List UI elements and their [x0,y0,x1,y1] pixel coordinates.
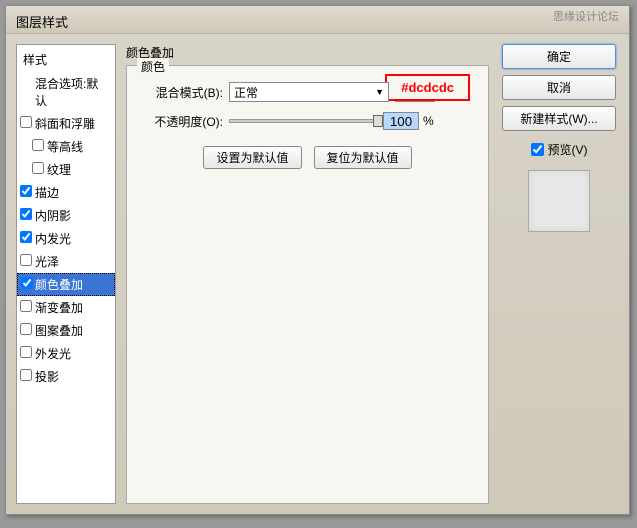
blend-mode-dropdown[interactable]: 正常 ▼ [229,82,389,102]
default-buttons-row: 设置为默认值 复位为默认值 [139,146,476,169]
styles-sidebar: 样式 混合选项:默认 斜面和浮雕 等高线 纹理 描边 内阴影 [16,44,116,504]
new-style-button[interactable]: 新建样式(W)... [502,106,616,131]
fieldset-legend: 颜色 [137,58,169,75]
layer-style-dialog: 图层样式 思缘设计论坛 样式 混合选项:默认 斜面和浮雕 等高线 纹理 [5,5,630,515]
checkbox-outer-glow[interactable] [20,346,32,358]
preview-row: 预览(V) [531,141,588,158]
checkbox-inner-shadow[interactable] [20,208,32,220]
set-default-button[interactable]: 设置为默认值 [203,146,301,169]
checkbox-gradient-overlay[interactable] [20,300,32,312]
sidebar-item-satin[interactable]: 光泽 [17,250,115,273]
opacity-input[interactable] [383,112,419,130]
slider-thumb[interactable] [373,115,383,127]
preview-checkbox[interactable] [531,143,544,156]
right-panel: 确定 取消 新建样式(W)... 预览(V) [499,44,619,504]
sidebar-item-texture[interactable]: 纹理 [17,158,115,181]
sidebar-item-inner-shadow[interactable]: 内阴影 [17,204,115,227]
checkbox-drop-shadow[interactable] [20,369,32,381]
ok-button[interactable]: 确定 [502,44,616,69]
sidebar-item-outer-glow[interactable]: 外发光 [17,342,115,365]
cancel-button[interactable]: 取消 [502,75,616,100]
color-annotation: #dcdcdc [385,74,470,101]
reset-default-button[interactable]: 复位为默认值 [314,146,412,169]
sidebar-item-drop-shadow[interactable]: 投影 [17,365,115,388]
blend-mode-label: 混合模式(B): [139,84,229,101]
sidebar-item-pattern-overlay[interactable]: 图案叠加 [17,319,115,342]
checkbox-stroke[interactable] [20,185,32,197]
color-fieldset: 颜色 #dcdcdc 混合模式(B): 正常 ▼ 不透明度(O): [126,65,489,504]
opacity-unit: % [423,114,434,128]
checkbox-satin[interactable] [20,254,32,266]
opacity-slider[interactable] [229,119,379,123]
sidebar-item-stroke[interactable]: 描边 [17,181,115,204]
dialog-body: 样式 混合选项:默认 斜面和浮雕 等高线 纹理 描边 内阴影 [6,34,629,514]
titlebar[interactable]: 图层样式 思缘设计论坛 [6,6,629,34]
preview-thumbnail [528,170,590,232]
sidebar-item-blend-options[interactable]: 混合选项:默认 [17,72,115,112]
sidebar-item-inner-glow[interactable]: 内发光 [17,227,115,250]
sidebar-item-contour[interactable]: 等高线 [17,135,115,158]
sidebar-item-gradient-overlay[interactable]: 渐变叠加 [17,296,115,319]
main-panel: 颜色叠加 颜色 #dcdcdc 混合模式(B): 正常 ▼ 不透明度(O): [126,44,489,504]
chevron-down-icon: ▼ [375,87,384,97]
panel-title: 颜色叠加 [126,44,489,61]
sidebar-header: 样式 [17,47,115,72]
checkbox-contour[interactable] [32,139,44,151]
opacity-label: 不透明度(O): [139,113,229,130]
opacity-row: 不透明度(O): % [139,112,476,130]
checkbox-pattern-overlay[interactable] [20,323,32,335]
checkbox-color-overlay[interactable] [21,277,33,289]
window-title: 图层样式 [16,15,68,30]
sidebar-item-color-overlay[interactable]: 颜色叠加 [17,273,115,296]
sidebar-item-bevel[interactable]: 斜面和浮雕 [17,112,115,135]
checkbox-inner-glow[interactable] [20,231,32,243]
watermark: 思缘设计论坛 [553,8,619,24]
checkbox-bevel[interactable] [20,116,32,128]
checkbox-texture[interactable] [32,162,44,174]
preview-label: 预览(V) [548,141,588,158]
